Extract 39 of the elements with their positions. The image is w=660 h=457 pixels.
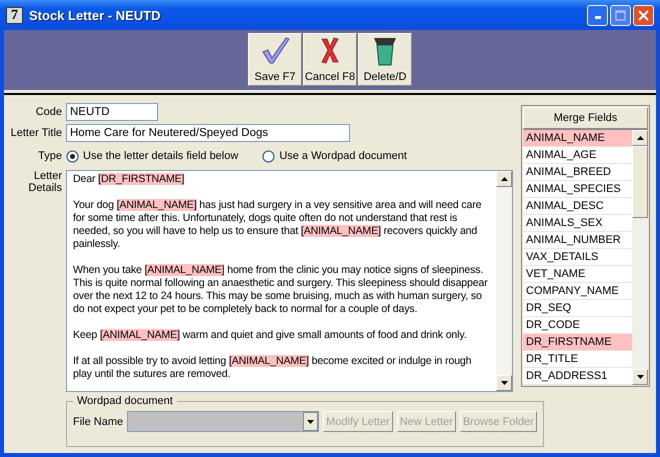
window-title: Stock Letter - NEUTD	[29, 8, 162, 22]
letter-paragraph: When you take [ANIMAL_NAME] home from the clinic you may notice signs of sleepiness. This is quite normal following an anaesthetic and surgery. This sleepiness should disappear over the next 12 to 24 hours. This may be some bruising, much as with human surgery, so do not expect your pet to be completely back to normal for a couple of days.	[73, 264, 489, 316]
checkmark-icon	[260, 36, 290, 64]
letter-paragraph: Your dog [ANIMAL_NAME] has just had surgery in a vey sensitive area and will need care for some time after this. Unfortunately, dogs quite often do not understand that rest is needed, so you will have to help us to ensure that [ANIMAL_NAME] recovers quickly and painlessly.	[73, 199, 482, 251]
up-arrow-icon	[500, 177, 508, 181]
down-arrow-icon	[500, 381, 508, 385]
trash-bin-icon	[372, 36, 398, 66]
scrollbar[interactable]	[496, 171, 512, 391]
close-button[interactable]	[633, 4, 654, 26]
x-mark-icon	[319, 36, 341, 64]
letter-paragraph: Dear [DR_FIRSTNAME]	[73, 173, 186, 186]
merge-field-item[interactable]: ANIMAL_NAME	[523, 130, 632, 147]
merge-field-item[interactable]: DR_FIRSTNAME	[523, 334, 632, 351]
letter-title-field[interactable]: Home Care for Neutered/Speyed Dogs	[66, 124, 350, 142]
toolbar-button[interactable]: Save F7	[248, 33, 302, 86]
field-label: Letter Details	[27, 170, 62, 194]
scrollbar[interactable]	[632, 130, 648, 385]
field-label: Type	[37, 150, 62, 162]
type-radio[interactable]: Use the letter details field below	[66, 150, 238, 162]
type-radio[interactable]: Use a Wordpad document	[262, 150, 407, 162]
minimize-button[interactable]	[587, 4, 608, 26]
code-field[interactable]: NEUTD	[66, 103, 158, 121]
down-arrow-icon	[636, 375, 644, 379]
letter-paragraph: Keep [ANIMAL_NAME] warm and quiet and give small amounts of food and drink only.	[73, 329, 468, 342]
up-arrow-icon	[636, 136, 644, 140]
toolbar-button[interactable]: Cancel F8	[303, 33, 357, 86]
close-icon	[638, 10, 649, 20]
app-icon: 7	[6, 6, 23, 24]
field-label: Letter Title	[10, 127, 62, 139]
group-title: Wordpad document	[76, 395, 174, 407]
field-label: File Name	[73, 416, 124, 428]
maximize-button[interactable]	[610, 4, 631, 26]
letter-details-field[interactable]	[66, 170, 513, 392]
toolbar-button[interactable]: Delete/D	[358, 33, 412, 86]
column-header[interactable]: Merge Fields	[523, 107, 648, 129]
dropdown-arrow-icon	[307, 420, 314, 424]
maximize-icon	[615, 10, 626, 20]
letter-paragraph: If at all possible try to avoid letting [ANIMAL_NAME] become excited or indulge in rough play until the sutures are removed.	[73, 355, 472, 381]
field-label: Code	[34, 106, 62, 118]
